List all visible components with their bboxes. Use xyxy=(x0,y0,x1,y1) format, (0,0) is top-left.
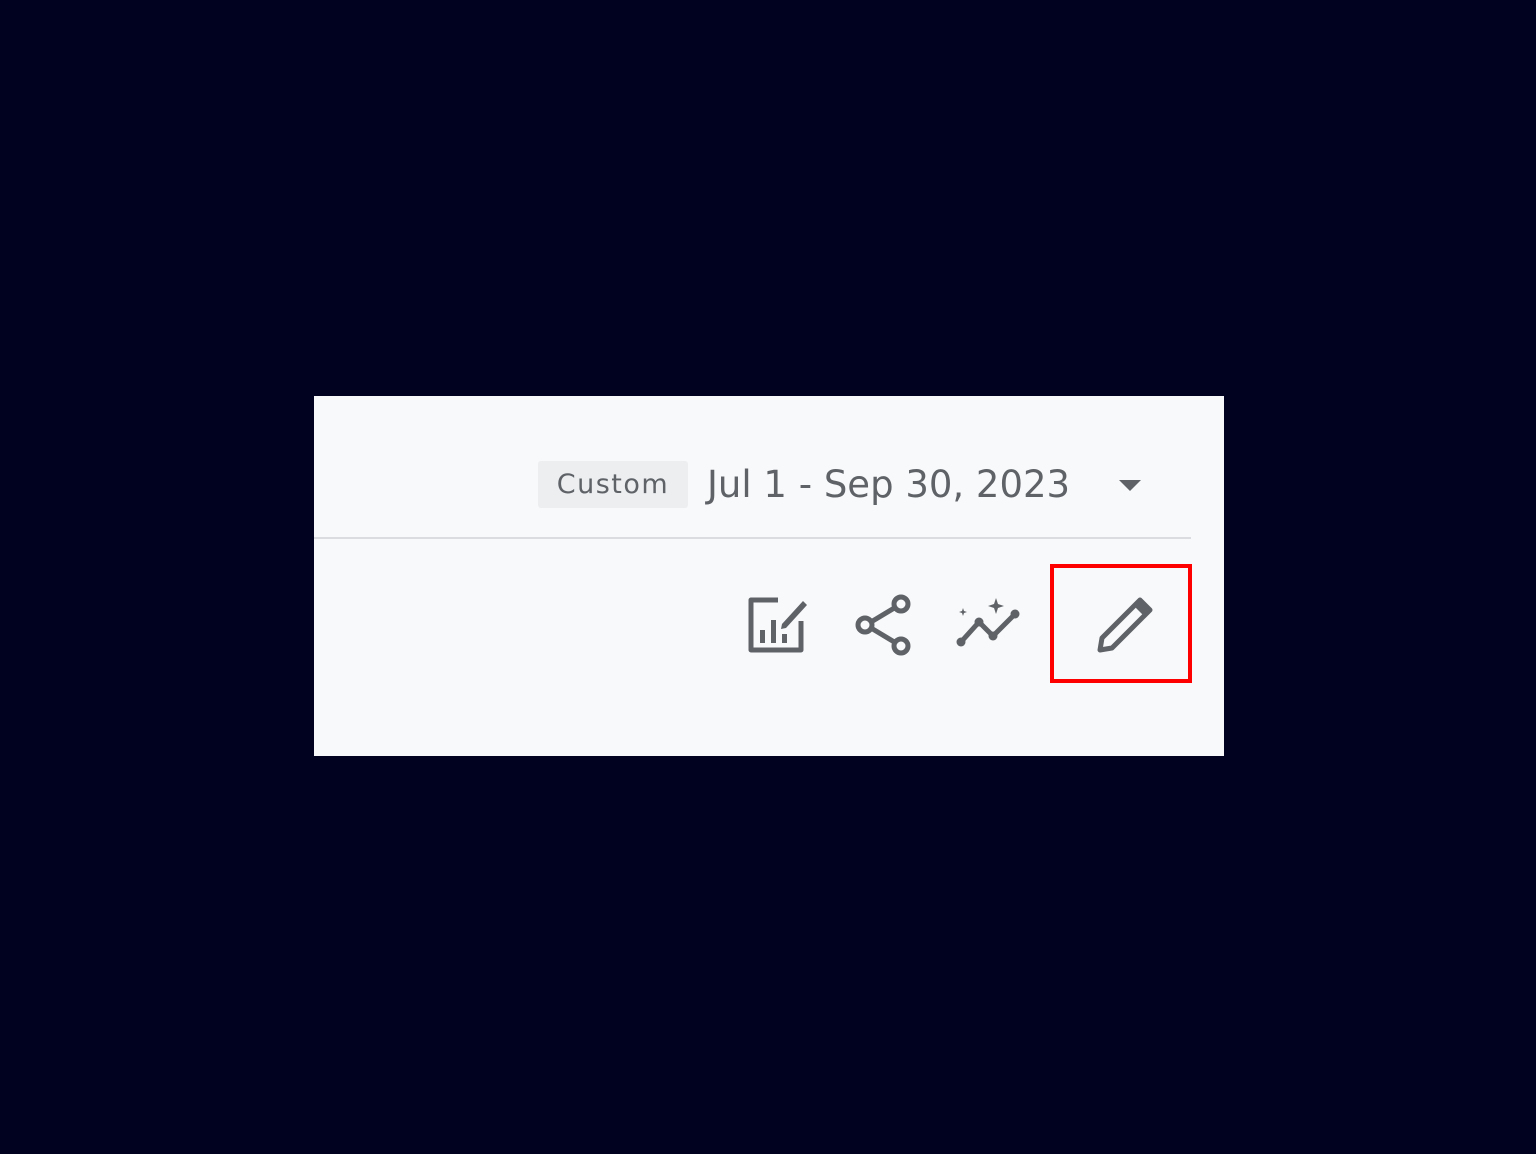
customize-report-icon[interactable] xyxy=(741,590,811,660)
insights-icon[interactable] xyxy=(953,590,1023,660)
header-divider xyxy=(314,537,1191,539)
arrow-drop-down-icon[interactable] xyxy=(1114,472,1146,498)
date-preset-chip[interactable]: Custom xyxy=(538,461,688,508)
date-range-value[interactable]: Jul 1 - Sep 30, 2023 xyxy=(707,460,1070,510)
date-range-selector[interactable]: Custom Jul 1 - Sep 30, 2023 xyxy=(314,396,1224,538)
share-icon[interactable] xyxy=(849,590,919,660)
report-header-panel: Custom Jul 1 - Sep 30, 2023 xyxy=(314,396,1224,756)
edit-button-highlight-box xyxy=(1050,564,1192,683)
